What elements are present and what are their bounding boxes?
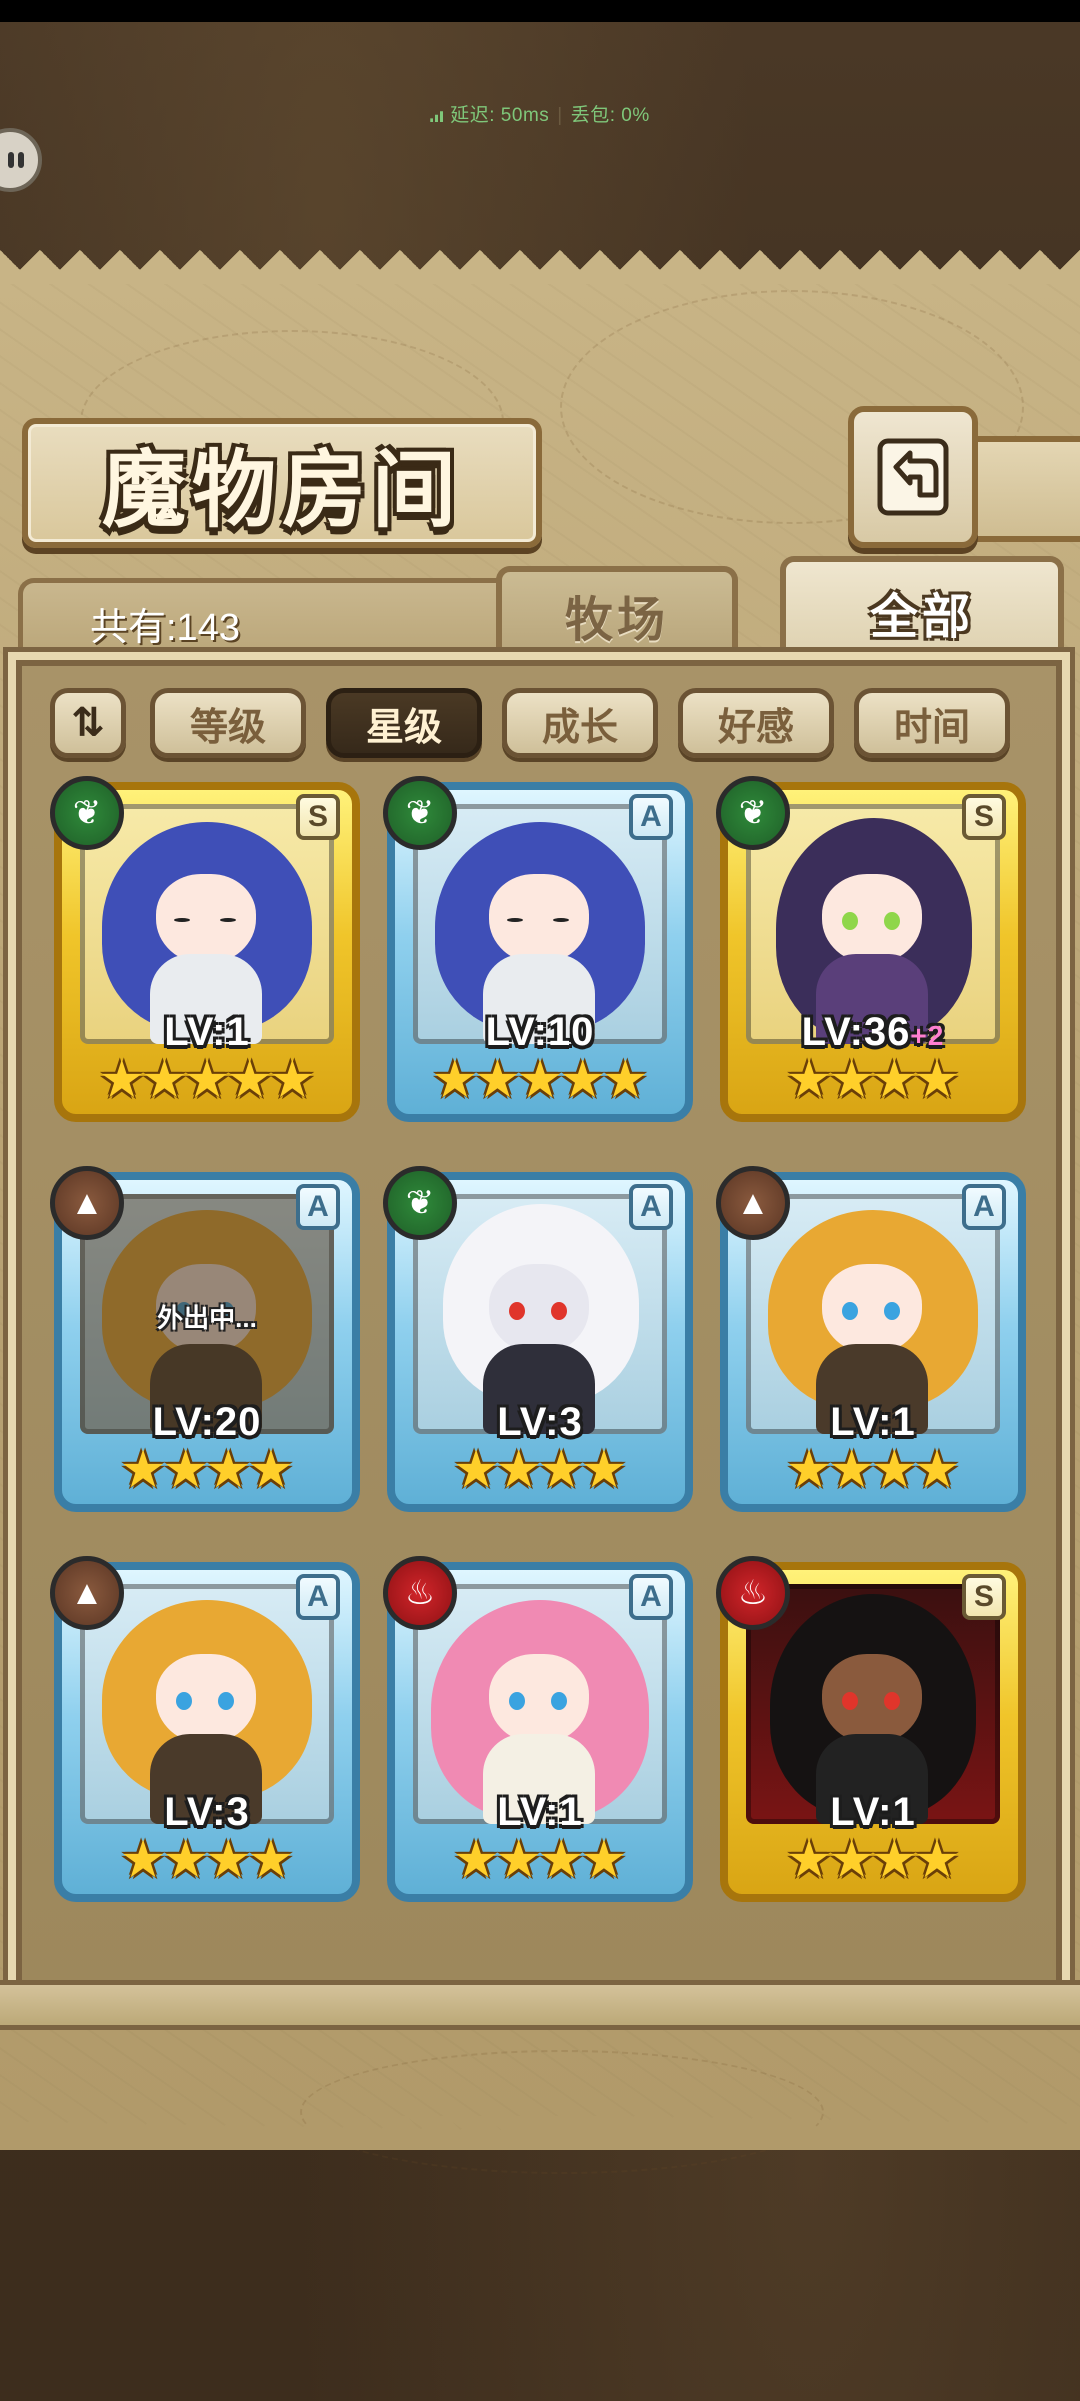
- monster-portrait: [413, 1584, 667, 1824]
- star-rating: ★★★★: [785, 1831, 961, 1889]
- sort-growth-chip[interactable]: 成长: [502, 688, 658, 758]
- monster-portrait: [746, 1194, 1000, 1434]
- rock-icon: ▲: [50, 1556, 124, 1630]
- away-status: 外出中...: [157, 1303, 257, 1333]
- monster-portrait: [746, 1584, 1000, 1824]
- tab-ranch[interactable]: 牧场: [496, 566, 738, 658]
- monster-portrait: [80, 804, 334, 1044]
- star-rating: ★★★★★: [98, 1051, 316, 1109]
- rank-badge: S: [296, 794, 340, 840]
- rank-badge: A: [296, 1184, 340, 1230]
- status-bar: [0, 0, 1080, 22]
- rank-badge: S: [962, 1574, 1006, 1620]
- monster-card[interactable]: S ❦ LV:36+2 ★★★★: [716, 776, 1026, 1122]
- leaf-icon: ❦: [383, 1166, 457, 1240]
- level-label: LV:1: [830, 1790, 916, 1834]
- level-label: LV:20: [152, 1400, 262, 1444]
- level-label: LV:3: [164, 1790, 250, 1834]
- rank-badge: A: [629, 1184, 673, 1230]
- rock-icon: ▲: [716, 1166, 790, 1240]
- fire-icon: ♨: [383, 1556, 457, 1630]
- monster-portrait: [80, 1584, 334, 1824]
- monster-card[interactable]: A ♨ LV:1 ★★★★: [383, 1556, 693, 1902]
- rock-icon: ▲: [50, 1166, 124, 1240]
- star-rating: ★★★★: [119, 1831, 295, 1889]
- monster-card[interactable]: A ▲ LV:3 ★★★★: [50, 1556, 360, 1902]
- return-arrow-icon: [877, 438, 949, 516]
- fire-icon: ♨: [716, 1556, 790, 1630]
- sort-time-chip[interactable]: 时间: [854, 688, 1010, 758]
- tab-all[interactable]: 全部: [780, 556, 1064, 662]
- monster-card[interactable]: A ❦ LV:3 ★★★★: [383, 1166, 693, 1512]
- monster-portrait: [746, 804, 1000, 1044]
- monster-card[interactable]: S ♨ LV:1 ★★★★: [716, 1556, 1026, 1902]
- star-rating: ★★★★★: [431, 1051, 649, 1109]
- monster-card[interactable]: A ❦ LV:10 ★★★★★: [383, 776, 693, 1122]
- monster-card[interactable]: A ▲ LV:1 ★★★★: [716, 1166, 1026, 1512]
- rank-badge: A: [629, 794, 673, 840]
- rank-badge: A: [629, 1574, 673, 1620]
- sort-affection-chip[interactable]: 好感: [678, 688, 834, 758]
- latency-text: 延迟: 50ms: [450, 105, 550, 126]
- monster-portrait: [413, 804, 667, 1044]
- monster-card[interactable]: 外出中... A ▲ LV:20 ★★★★: [50, 1166, 360, 1512]
- star-rating: ★★★★: [785, 1441, 961, 1499]
- signal-icon: [430, 111, 445, 122]
- star-rating: ★★★★: [119, 1441, 295, 1499]
- monster-portrait: [413, 1194, 667, 1434]
- level-label: LV:1: [830, 1400, 916, 1444]
- leaf-icon: ❦: [383, 776, 457, 850]
- back-button[interactable]: [848, 406, 978, 548]
- level-label: LV:3: [497, 1400, 583, 1444]
- monster-count: 共有:143: [90, 607, 240, 649]
- rank-badge: A: [296, 1574, 340, 1620]
- rank-badge: S: [962, 794, 1006, 840]
- sort-level-chip[interactable]: 等级: [150, 688, 306, 758]
- star-rating: ★★★★: [452, 1831, 628, 1889]
- level-label: LV:1: [497, 1790, 583, 1834]
- page-title: 魔物房间: [101, 444, 462, 538]
- network-status: 延迟: 50ms | 丢包: 0%: [0, 100, 1080, 127]
- title-plaque: 魔物房间: [22, 418, 542, 548]
- star-rating: ★★★★: [452, 1441, 628, 1499]
- sort-order-toggle[interactable]: ⇅: [50, 688, 126, 758]
- level-label: LV:36+2: [801, 1010, 945, 1054]
- rank-badge: A: [962, 1184, 1006, 1230]
- panel-bottom-rail: [0, 1980, 1080, 2030]
- sort-star-chip[interactable]: 星级: [326, 688, 482, 758]
- monster-card[interactable]: S ❦ LV:1 ★★★★★: [50, 776, 360, 1122]
- level-label: LV:1: [164, 1010, 250, 1054]
- leaf-icon: ❦: [50, 776, 124, 850]
- star-rating: ★★★★: [785, 1051, 961, 1109]
- packet-loss-text: 丢包: 0%: [570, 105, 650, 126]
- level-label: LV:10: [485, 1010, 595, 1054]
- leaf-icon: ❦: [716, 776, 790, 850]
